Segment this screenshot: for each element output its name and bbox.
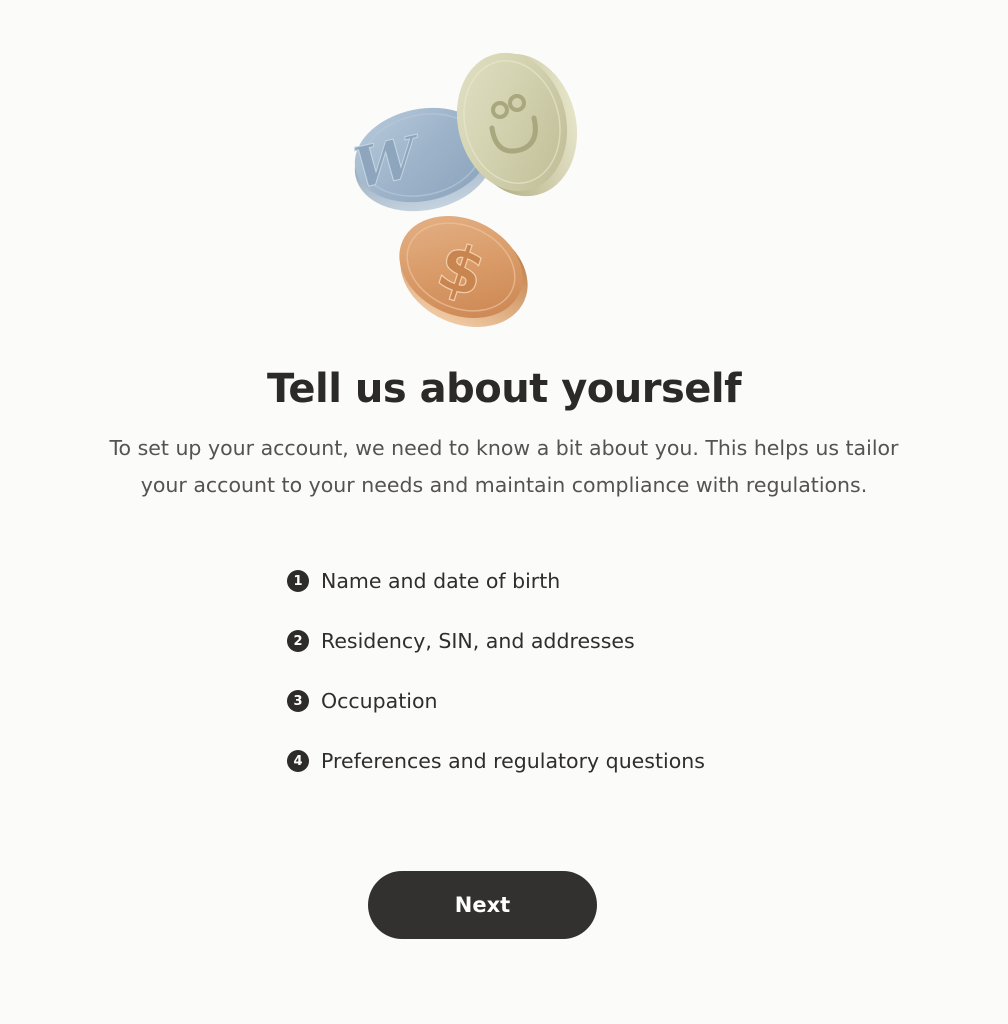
step-number-badge: 3 — [287, 690, 309, 712]
step-label: Occupation — [321, 689, 438, 713]
steps-list: 1 Name and date of birth 2 Residency, SI… — [287, 563, 705, 803]
list-item: 2 Residency, SIN, and addresses — [287, 623, 705, 659]
hero-illustration: W $ — [0, 0, 1008, 340]
step-number-badge: 2 — [287, 630, 309, 652]
step-label: Name and date of birth — [321, 569, 561, 593]
step-number-badge: 1 — [287, 570, 309, 592]
svg-text:W: W — [352, 123, 418, 203]
step-label: Preferences and regulatory questions — [321, 749, 705, 773]
step-label: Residency, SIN, and addresses — [321, 629, 635, 653]
step-number-badge: 4 — [287, 750, 309, 772]
coins-illustration: W $ — [352, 52, 578, 327]
page-title: Tell us about yourself — [266, 366, 742, 412]
dollar-icon: $ — [399, 216, 528, 327]
page-subtitle: To set up your account, we need to know … — [109, 436, 899, 497]
list-item: 3 Occupation — [287, 683, 705, 719]
next-button[interactable]: Next — [368, 871, 597, 939]
list-item: 4 Preferences and regulatory questions — [287, 743, 705, 779]
list-item: 1 Name and date of birth — [287, 563, 705, 599]
